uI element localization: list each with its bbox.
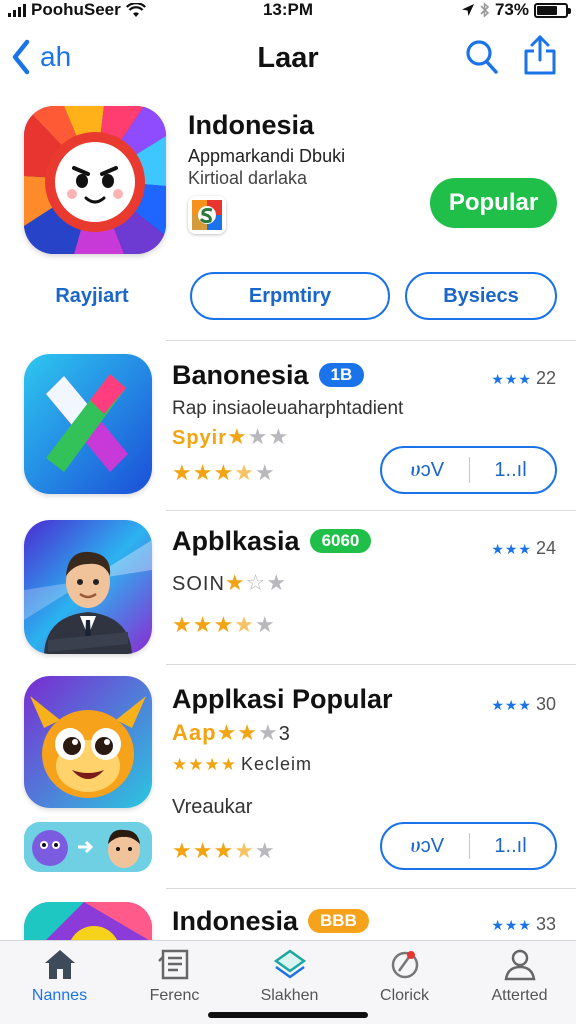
rank-stars: ★★★ [491, 541, 532, 557]
tab-ferenc[interactable]: Ferenc [117, 947, 232, 1005]
tab-slakhen[interactable]: Slakhen [232, 947, 347, 1005]
app-name: Apblkasia [172, 526, 300, 556]
chip-bysiecs[interactable]: Bysiecs [405, 272, 557, 320]
app-badge: 6060 [309, 529, 372, 553]
featured-app-icon[interactable] [24, 106, 166, 254]
get-button[interactable]: ሀↄV 1..ıl [380, 446, 557, 494]
rank-stars: ★★★ [491, 697, 532, 713]
popular-button[interactable]: Popular [430, 178, 557, 228]
search-icon [466, 40, 498, 74]
app-rank: ★★★ 22 [491, 368, 556, 388]
featured-app-subtitle: Appmarkandi Dbuki [188, 146, 346, 166]
app-rank: ★★★ 30 [491, 694, 556, 714]
tab-bar: Nannes Ferenc Slakhen Clorick Atterted [0, 940, 576, 1024]
share-icon [524, 35, 556, 75]
app-rank: ★★★ 24 [491, 538, 556, 558]
app-icon [24, 354, 152, 494]
divider [166, 510, 576, 511]
rating-stars: Spyir★★★ [172, 424, 290, 449]
search-button[interactable] [464, 38, 500, 81]
news-icon [157, 949, 188, 980]
rating-stars: ★★★★★ [172, 838, 276, 863]
rating-stars: ★★★★★ [172, 612, 276, 637]
share-button[interactable] [522, 34, 558, 81]
app-name: Applkasi Popular [172, 684, 393, 714]
app-subtitle: SOIN [172, 573, 225, 595]
developer-logo-icon [188, 196, 226, 234]
home-indicator [208, 1012, 368, 1018]
divider [166, 664, 576, 665]
app-subtitle: Aap [172, 720, 217, 745]
rank-stars: ★★★ [491, 917, 532, 933]
rating-stars: ★★★★★ [172, 460, 276, 485]
featured-app-name: Indonesia [188, 110, 315, 140]
get-button-label: ሀↄV [410, 458, 445, 481]
signal-label: 1..ıl [494, 834, 527, 857]
app-note: Vreaukar [172, 796, 253, 818]
layers-icon [273, 949, 306, 979]
app-meta: Kecleim [240, 754, 312, 774]
app-name: Banonesia [172, 360, 309, 390]
app-description: Rap insiaoleuaharphtadient [172, 398, 404, 419]
rating-stars: Aap★★★3 [172, 720, 291, 745]
rank-stars: ★★★ [491, 371, 532, 387]
app-subtitle: Spyir [172, 427, 228, 449]
app-icon [24, 520, 152, 654]
separator [468, 457, 470, 483]
home-icon [44, 950, 75, 979]
navigation-bar: ah Laar [0, 30, 576, 86]
tab-nannes[interactable]: Nannes [2, 947, 117, 1005]
bluetooth-icon [480, 2, 490, 18]
tab-clorick[interactable]: Clorick [347, 947, 462, 1005]
app-icon [24, 676, 152, 808]
rocket-icon [391, 951, 418, 979]
screenshot-preview [24, 822, 152, 872]
app-name: Indonesia [172, 906, 299, 936]
battery-percent: 73% [494, 0, 529, 19]
rating-stars: ★★★★ Kecleim [172, 754, 312, 774]
tab-atterted[interactable]: Atterted [462, 947, 576, 1005]
app-badge: 1B [318, 363, 365, 387]
app-rank: ★★★ 33 [491, 914, 556, 934]
app-badge: BBB [308, 909, 369, 933]
get-button-label: ሀↄV [410, 834, 445, 857]
rating-stars: SOIN★☆★ [172, 570, 288, 595]
featured-app-description: Kirtioal darlaka [188, 168, 308, 188]
separator [468, 833, 470, 859]
status-bar: PoohuSeer 13:PM 73% [0, 0, 576, 22]
divider [166, 340, 576, 341]
battery-icon [534, 2, 571, 18]
chip-rayjiart[interactable]: Rayjiart [22, 272, 162, 320]
divider [166, 888, 576, 889]
location-icon [461, 4, 474, 16]
person-icon [504, 949, 535, 981]
get-button[interactable]: ሀↄV 1..ıl [380, 822, 557, 870]
chip-erpmtiry[interactable]: Erpmtiry [190, 272, 390, 320]
signal-label: 1..ıl [494, 458, 527, 481]
